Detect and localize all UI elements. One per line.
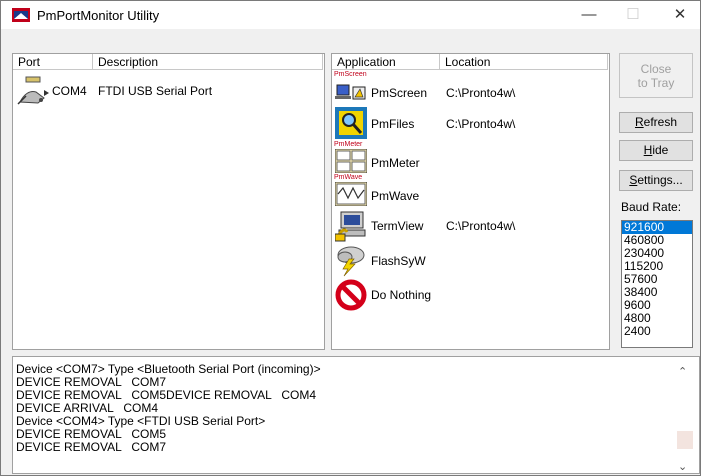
application-row[interactable]: PmScreen PmScreen C:\Pronto4w\ (332, 71, 609, 104)
port-name: COM4 (52, 84, 87, 98)
app-caption: PmMeter (334, 141, 363, 148)
scrollbar-thumb[interactable] (677, 431, 693, 449)
do-nothing-icon (335, 279, 367, 311)
app-name: PmWave (371, 189, 420, 203)
title-bar: PmPortMonitor Utility — ☐ ✕ (1, 1, 700, 29)
flashsyw-icon (337, 246, 365, 277)
app-name: PmScreen (371, 86, 428, 100)
port-description: FTDI USB Serial Port (98, 84, 213, 98)
application-row[interactable]: TermView C:\Pronto4w\ (332, 209, 609, 243)
application-row[interactable]: PmMeter PmMeter (332, 141, 609, 174)
app-location: C:\Pronto4w\ (446, 117, 516, 131)
pmwave-icon (335, 182, 367, 206)
app-name: PmMeter (371, 156, 420, 170)
refresh-label: efresh (643, 115, 678, 129)
settings-label: ettings... (637, 173, 683, 187)
minimize-button[interactable]: — (574, 5, 604, 25)
hide-label: ide (652, 143, 669, 157)
close-button[interactable]: ✕ (665, 5, 695, 25)
column-header-port[interactable]: Port (13, 54, 93, 70)
app-name: TermView (371, 219, 424, 233)
baud-rate-label: Baud Rate: (621, 200, 682, 214)
pmscreen-icon (335, 84, 366, 100)
pmfiles-icon (335, 107, 367, 139)
application-row[interactable]: PmFiles C:\Pronto4w\ (332, 106, 609, 140)
settings-button[interactable]: Settings... (619, 170, 693, 191)
scroll-up-arrow-icon[interactable]: ⌃ (678, 365, 687, 378)
baud-option[interactable]: 2400 (622, 325, 692, 338)
app-caption: PmWave (334, 174, 363, 181)
app-name: Do Nothing (371, 288, 432, 302)
app-location: C:\Pronto4w\ (446, 86, 516, 100)
baud-rate-list[interactable]: 921600 460800 230400 115200 57600 38400 … (621, 220, 693, 348)
main-window: PmPortMonitor Utility — ☐ ✕ Port Descrip… (0, 0, 701, 476)
refresh-accel-key: R (634, 115, 644, 129)
log-line: DEVICE REMOVAL COM7 (16, 440, 167, 454)
pmmeter-icon (335, 149, 367, 173)
close-to-tray-button[interactable]: Close to Tray (619, 53, 693, 98)
event-log[interactable]: Device <COM7> Type <Bluetooth Serial Por… (12, 356, 700, 474)
application-row[interactable]: Do Nothing (332, 278, 609, 312)
column-header-location[interactable]: Location (440, 54, 608, 70)
app-icon (12, 8, 30, 22)
close-to-tray-label-2: to Tray (637, 76, 675, 90)
app-caption: PmScreen (334, 71, 367, 78)
port-list[interactable]: Port Description COM4 FTDI USB Serial Po… (12, 53, 325, 350)
scroll-down-arrow-icon[interactable]: ⌄ (678, 460, 687, 473)
column-header-application[interactable]: Application (332, 54, 440, 70)
app-name: PmFiles (371, 117, 415, 131)
termview-icon (335, 211, 366, 242)
close-to-tray-label-1: Close (640, 62, 672, 76)
app-location: C:\Pronto4w\ (446, 219, 516, 233)
application-row[interactable]: PmWave PmWave (332, 174, 609, 207)
port-row[interactable]: COM4 FTDI USB Serial Port (13, 76, 324, 106)
usb-port-icon (17, 76, 49, 105)
app-name: FlashSyW (371, 254, 426, 268)
window-title: PmPortMonitor Utility (37, 8, 160, 23)
application-row[interactable]: FlashSyW (332, 244, 609, 278)
maximize-button[interactable]: ☐ (618, 5, 648, 25)
hide-button[interactable]: Hide (619, 140, 693, 161)
application-list[interactable]: Application Location PmScreen PmScreen C… (331, 53, 610, 350)
column-header-description[interactable]: Description (93, 54, 323, 70)
refresh-button[interactable]: Refresh (619, 112, 693, 133)
